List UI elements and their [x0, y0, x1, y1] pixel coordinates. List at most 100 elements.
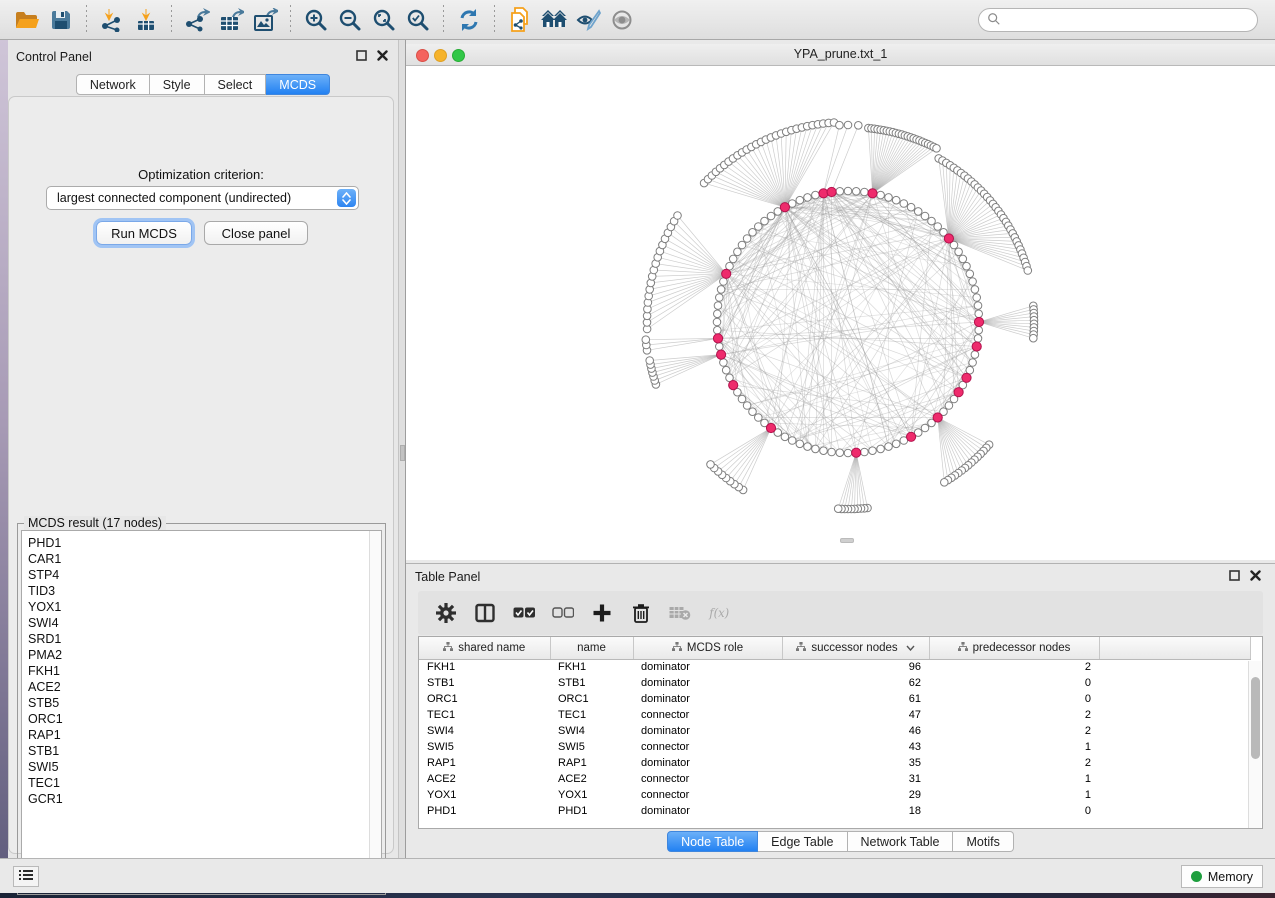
graph-node[interactable] [738, 395, 746, 403]
cell-predecessor_nodes[interactable]: 1 [929, 771, 1099, 787]
graph-node[interactable] [966, 270, 974, 278]
cell-mcds_role[interactable]: dominator [633, 803, 782, 819]
network-graph[interactable] [406, 66, 1275, 560]
table-row[interactable]: STB1STB1dominator620 [419, 675, 1250, 691]
mcds-hub-node[interactable] [713, 334, 722, 343]
mcds-hub-node[interactable] [827, 187, 836, 196]
export-image-icon[interactable] [248, 5, 282, 35]
cell-shared_name[interactable]: STB1 [419, 675, 550, 691]
graph-node[interactable] [973, 294, 981, 302]
graph-node[interactable] [1024, 267, 1032, 275]
mcds-result-item[interactable]: STB1 [28, 743, 381, 759]
mcds-hub-node[interactable] [717, 350, 726, 359]
table-row[interactable]: SWI5SWI5connector431 [419, 739, 1250, 755]
table-row[interactable]: ORC1ORC1dominator610 [419, 691, 1250, 707]
cell-name[interactable]: YOX1 [550, 787, 633, 803]
graph-node[interactable] [714, 326, 722, 334]
mcds-result-item[interactable]: SWI4 [28, 615, 381, 631]
float-panel-icon[interactable] [356, 50, 367, 64]
open-folder-icon[interactable] [10, 5, 44, 35]
graph-node[interactable] [963, 262, 971, 270]
search-field[interactable] [978, 8, 1258, 32]
graph-node[interactable] [855, 122, 863, 130]
mcds-result-item[interactable]: SWI5 [28, 759, 381, 775]
cell-successor_nodes[interactable]: 61 [782, 691, 929, 707]
table-scrollbar-thumb[interactable] [1251, 677, 1260, 759]
add-icon[interactable] [591, 602, 613, 624]
graph-node[interactable] [707, 461, 715, 469]
graph-node[interactable] [717, 286, 725, 294]
cell-mcds_role[interactable]: connector [633, 739, 782, 755]
graph-node[interactable] [828, 448, 836, 456]
cell-predecessor_nodes[interactable]: 1 [929, 739, 1099, 755]
graph-node[interactable] [861, 188, 869, 196]
graph-node[interactable] [761, 217, 769, 225]
cell-predecessor_nodes[interactable]: 2 [929, 723, 1099, 739]
table-row[interactable]: YOX1YOX1connector291 [419, 787, 1250, 803]
mcds-result-item[interactable]: ACE2 [28, 679, 381, 695]
cell-shared_name[interactable]: PHD1 [419, 803, 550, 819]
memory-button[interactable]: Memory [1181, 865, 1263, 888]
mcds-result-list[interactable]: PHD1CAR1STP4TID3YOX1SWI4SRD1PMA2FKH1ACE2… [21, 530, 382, 891]
cell-successor_nodes[interactable]: 43 [782, 739, 929, 755]
cell-predecessor_nodes[interactable]: 0 [929, 803, 1099, 819]
graph-node[interactable] [713, 318, 721, 326]
graph-node[interactable] [738, 241, 746, 249]
cell-name[interactable]: SWI4 [550, 723, 633, 739]
zoom-out-icon[interactable] [333, 5, 367, 35]
graph-node[interactable] [974, 335, 982, 343]
table-row[interactable]: FKH1FKH1dominator962 [419, 659, 1250, 675]
graph-node[interactable] [941, 479, 949, 487]
graph-node[interactable] [812, 191, 820, 199]
graph-node[interactable] [959, 255, 967, 263]
graph-node[interactable] [900, 200, 908, 208]
graph-node[interactable] [834, 505, 842, 513]
graph-node[interactable] [749, 229, 757, 237]
graph-node[interactable] [714, 302, 722, 310]
gear-icon[interactable] [435, 602, 457, 624]
cell-successor_nodes[interactable]: 29 [782, 787, 929, 803]
eye-icon[interactable] [605, 5, 639, 35]
mcds-result-item[interactable]: GCR1 [28, 791, 381, 807]
homes-icon[interactable] [537, 5, 571, 35]
tab-style[interactable]: Style [150, 74, 205, 95]
cell-mcds_role[interactable]: dominator [633, 755, 782, 771]
cell-shared_name[interactable]: FKH1 [419, 659, 550, 675]
column-header-successor-nodes[interactable]: successor nodes [782, 637, 929, 659]
mcds-hub-node[interactable] [852, 448, 861, 457]
zoom-fit-icon[interactable] [367, 5, 401, 35]
graph-node[interactable] [722, 366, 730, 374]
cell-predecessor_nodes[interactable]: 0 [929, 691, 1099, 707]
mcds-hub-node[interactable] [974, 317, 983, 326]
mcds-result-item[interactable]: STB5 [28, 695, 381, 711]
mcds-hub-node[interactable] [722, 269, 731, 278]
table-scrollbar[interactable] [1248, 661, 1261, 828]
graph-node[interactable] [892, 440, 900, 448]
graph-node[interactable] [852, 188, 860, 196]
graph-node[interactable] [734, 248, 742, 256]
tab-network[interactable]: Network [76, 74, 150, 95]
import-table-icon[interactable] [129, 5, 163, 35]
graph-node[interactable] [804, 194, 812, 202]
graph-node[interactable] [975, 310, 983, 318]
deselect-all-icon[interactable] [552, 602, 574, 624]
graph-node[interactable] [743, 402, 751, 410]
graph-node[interactable] [844, 187, 852, 195]
graph-node[interactable] [885, 194, 893, 202]
graph-node[interactable] [914, 208, 922, 216]
cell-successor_nodes[interactable]: 18 [782, 803, 929, 819]
table-row[interactable]: PHD1PHD1dominator180 [419, 803, 1250, 819]
table-row[interactable]: SWI4SWI4dominator462 [419, 723, 1250, 739]
graph-node[interactable] [796, 196, 804, 204]
task-history-button[interactable] [13, 866, 39, 887]
graph-node[interactable] [885, 443, 893, 451]
graph-node[interactable] [921, 424, 929, 432]
mcds-result-item[interactable]: PMA2 [28, 647, 381, 663]
graph-node[interactable] [788, 437, 796, 445]
export-network-icon[interactable] [180, 5, 214, 35]
graph-node[interactable] [646, 357, 654, 365]
graph-node[interactable] [971, 286, 979, 294]
cell-mcds_role[interactable]: dominator [633, 723, 782, 739]
cell-name[interactable]: ORC1 [550, 691, 633, 707]
graph-node[interactable] [974, 302, 982, 310]
